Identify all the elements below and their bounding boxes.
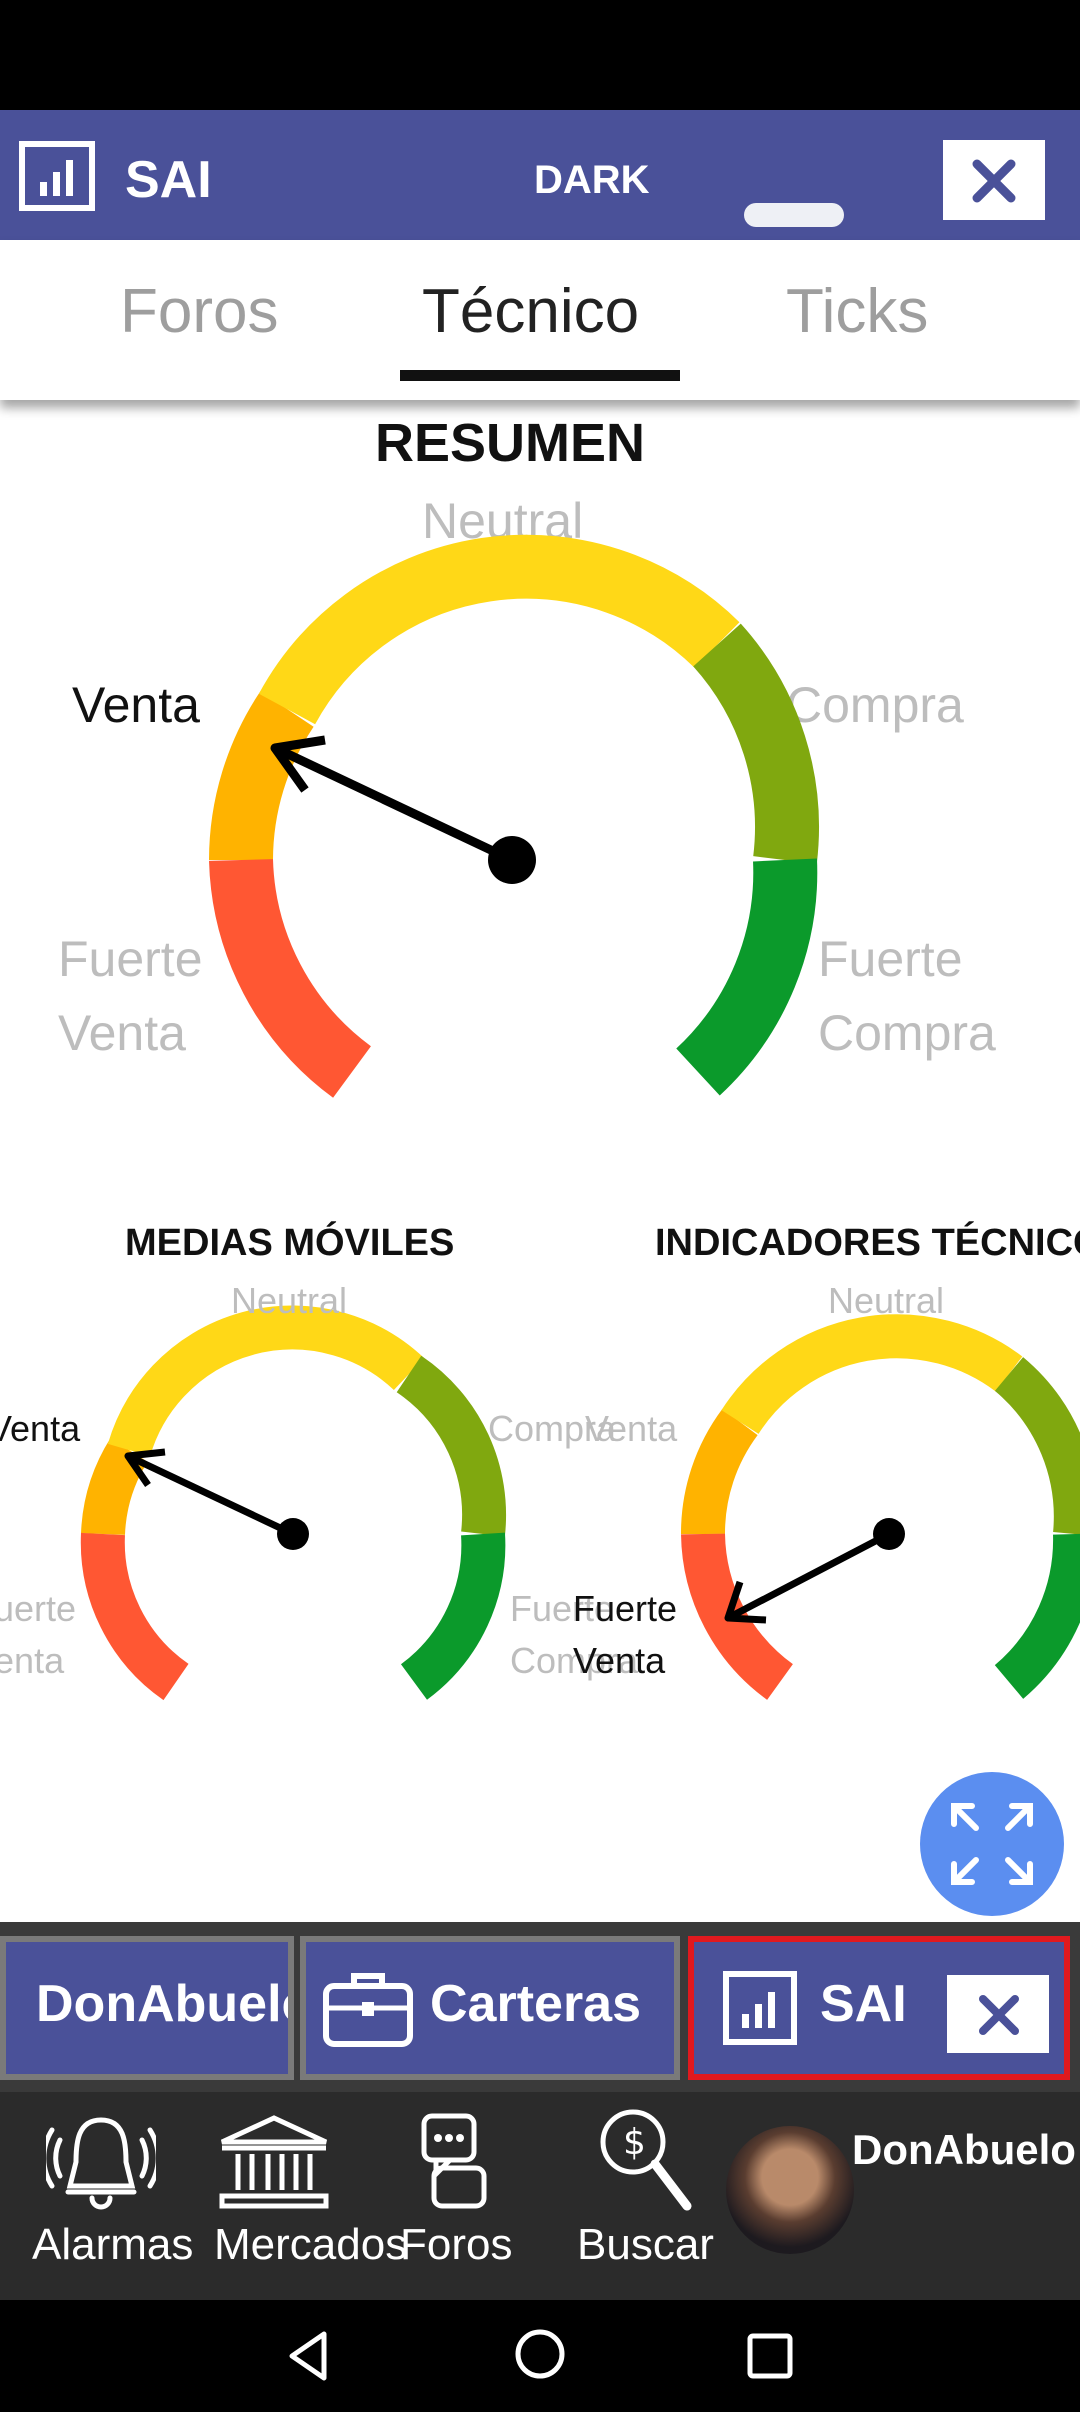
search-money-icon: $	[600, 2109, 692, 2211]
avatar	[726, 2126, 854, 2254]
ti-strong-sell-label-1: Fuerte	[573, 1588, 678, 1629]
summary-buy-segment	[692, 623, 819, 864]
nav-label: Buscar	[577, 2220, 714, 2269]
nav-mercados[interactable]: Mercados	[212, 2092, 412, 2300]
window-tab-label: SAI	[820, 1975, 907, 2033]
close-window-button[interactable]	[944, 1972, 1052, 2056]
svg-text:$: $	[623, 2122, 646, 2163]
summary-needle	[273, 743, 514, 865]
close-icon	[979, 1995, 1019, 2035]
ma-strong-sell-segment	[80, 1532, 189, 1701]
ma-neutral-segment	[107, 1305, 425, 1457]
window-tab-label: DonAbuelo	[36, 1975, 294, 2033]
bank-icon	[219, 2115, 329, 2209]
nav-alarmas[interactable]: Alarmas	[20, 2092, 210, 2300]
summary-strong-sell-segment	[209, 858, 372, 1098]
ti-needle	[726, 1530, 891, 1622]
ma-sell-segment	[81, 1438, 148, 1536]
ma-title: MEDIAS MÓVILES	[125, 1222, 455, 1264]
technical-indicators-gauge	[680, 1314, 1080, 1700]
summary-neutral-segment	[258, 534, 740, 725]
ti-sell-segment	[680, 1408, 758, 1535]
expand-button[interactable]	[920, 1772, 1064, 1916]
window-tab-donabuelo[interactable]: DonAbuelo	[0, 1936, 294, 2080]
ma-sell-label: Venta	[0, 1408, 81, 1449]
ti-needle-hub	[873, 1518, 905, 1550]
nav-buscar[interactable]: $ Buscar	[575, 2092, 735, 2300]
ma-strong-buy-segment	[400, 1532, 506, 1700]
ma-strong-sell-label-2: Venta	[0, 1640, 65, 1681]
nav-label: Alarmas	[32, 2220, 194, 2269]
nav-foros[interactable]: Foros	[400, 2092, 540, 2300]
window-tab-sai[interactable]: SAI	[688, 1936, 1070, 2080]
ma-needle-hub	[277, 1518, 309, 1550]
nav-label: Mercados	[214, 2220, 408, 2269]
briefcase-icon	[323, 1973, 413, 2047]
back-icon[interactable]	[280, 2326, 340, 2386]
open-windows-bar: DonAbuelo Carteras SAI	[0, 1922, 1080, 2092]
chat-icon	[421, 2113, 487, 2209]
summary-sell-segment	[209, 691, 314, 861]
ma-strong-sell-label-1: Fuerte	[0, 1588, 77, 1629]
ma-needle	[126, 1452, 295, 1538]
home-icon[interactable]	[510, 2324, 570, 2384]
moving-averages-gauge	[80, 1305, 507, 1701]
ti-sell-label: Venta	[585, 1408, 678, 1449]
ti-buy-segment	[994, 1357, 1080, 1535]
ma-buy-segment	[396, 1355, 507, 1537]
system-navigation-bar	[0, 2300, 1080, 2412]
chart-icon	[723, 1971, 797, 2045]
ti-title: INDICADORES TÉCNICOS	[655, 1222, 1080, 1264]
ti-strong-sell-label-2: Venta	[573, 1640, 666, 1681]
expand-icon	[951, 1803, 1033, 1885]
window-tab-carteras[interactable]: Carteras	[300, 1936, 680, 2080]
ti-neutral-segment	[721, 1314, 1023, 1435]
bell-icon	[46, 2117, 156, 2210]
ti-strong-buy-segment	[994, 1533, 1080, 1699]
window-tab-label: Carteras	[430, 1975, 642, 2033]
ma-neutral-label: Neutral	[231, 1280, 348, 1321]
summary-gauge	[209, 534, 819, 1098]
recents-icon[interactable]	[740, 2326, 800, 2386]
nav-label: Foros	[400, 2220, 513, 2269]
nav-profile[interactable]: DonAbuelo	[724, 2092, 1080, 2300]
summary-needle-hub	[488, 836, 536, 884]
ti-neutral-label: Neutral	[828, 1280, 945, 1321]
bottom-navigation: Alarmas Mercados Foros $ Buscar DonAbuel…	[0, 2092, 1080, 2300]
summary-strong-buy-segment	[675, 858, 818, 1096]
profile-name: DonAbuelo	[852, 2126, 1076, 2173]
